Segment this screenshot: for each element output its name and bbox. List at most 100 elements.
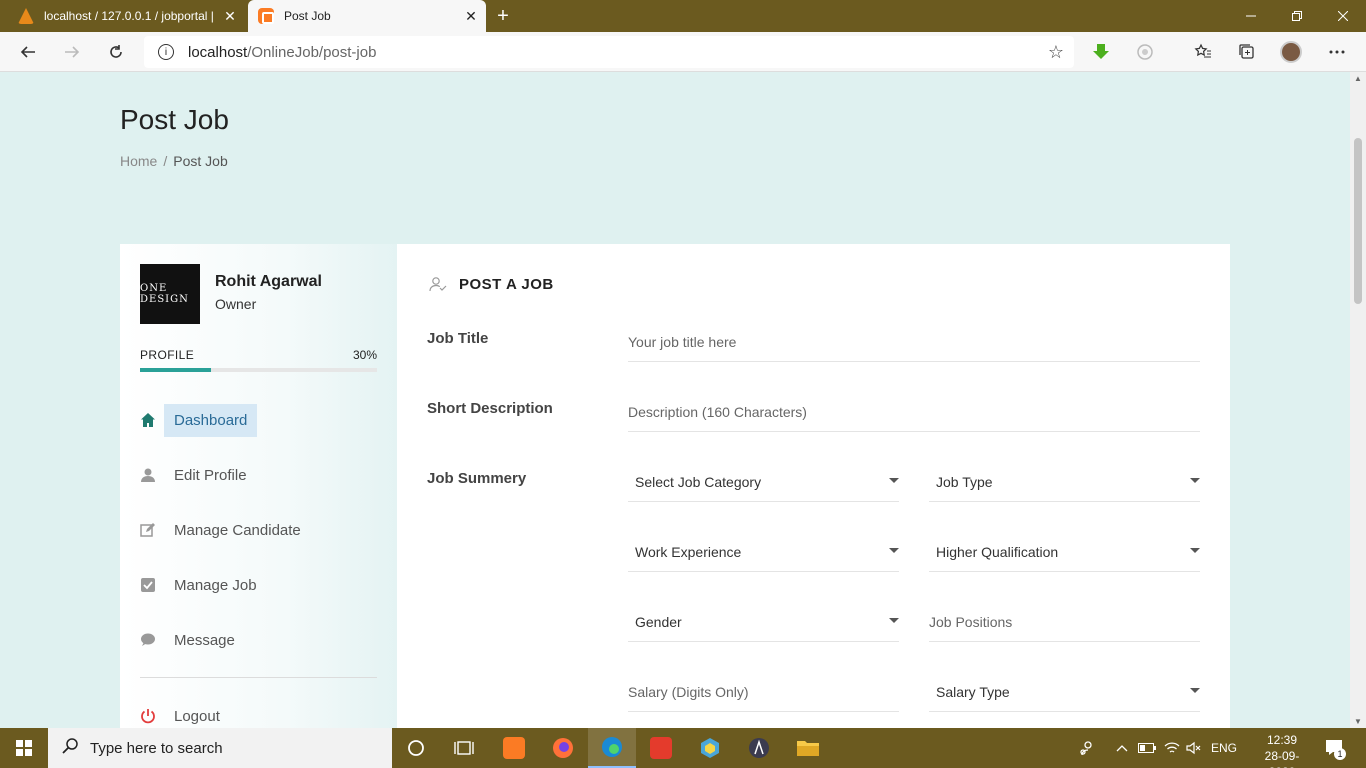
sidebar-divider <box>140 677 377 678</box>
people-icon <box>1080 741 1092 756</box>
user-check-icon <box>429 275 447 293</box>
sidebar-item-dashboard[interactable]: Dashboard <box>140 402 377 438</box>
job-title-input[interactable]: Your job title here <box>628 322 1200 362</box>
chevron-down-icon <box>889 618 899 623</box>
more-options-button[interactable] <box>1320 32 1354 72</box>
sidebar-item-label: Message <box>174 631 235 649</box>
search-icon <box>62 737 78 759</box>
chevron-down-icon <box>889 548 899 553</box>
windows-taskbar: Type here to search ENG 12:39 28-09- 1 <box>0 728 1366 768</box>
scroll-down-icon[interactable]: ▼ <box>1354 717 1362 726</box>
qualification-select[interactable]: Higher Qualification <box>929 532 1200 572</box>
sidebar-item-label: Dashboard <box>164 403 258 437</box>
download-extension-button[interactable] <box>1084 32 1118 72</box>
profile-percent: 30% <box>352 348 377 362</box>
system-clock[interactable]: 12:39 28-09-2020 <box>1252 732 1312 768</box>
more-icon <box>1329 50 1345 54</box>
job-positions-input[interactable]: Job Positions <box>929 602 1200 642</box>
gender-value: Gender <box>635 613 682 630</box>
salary-type-value: Salary Type <box>936 683 1010 700</box>
sidebar-item-manage-candidate[interactable]: Manage Candidate <box>140 512 377 548</box>
gender-select[interactable]: Gender <box>628 602 899 642</box>
taskbar-eclipse[interactable] <box>735 728 783 768</box>
clock-date: 28-09-2020 <box>1264 749 1300 768</box>
short-description-label: Short Description <box>427 400 553 417</box>
minimize-button[interactable] <box>1228 0 1274 32</box>
people-tray-button[interactable] <box>1074 728 1100 768</box>
anydesk-icon <box>650 737 672 759</box>
taskbar-xampp[interactable] <box>490 728 538 768</box>
salary-input[interactable]: Salary (Digits Only) <box>628 672 899 712</box>
start-button[interactable] <box>0 728 48 768</box>
tab-phpmyadmin[interactable]: localhost / 127.0.0.1 / jobportal | ✕ <box>0 0 245 32</box>
taskbar-edge[interactable] <box>588 728 636 768</box>
edit-icon <box>140 522 156 538</box>
favorite-star-icon[interactable]: ☆ <box>1048 42 1064 63</box>
salary-placeholder: Salary (Digits Only) <box>628 683 749 700</box>
taskbar-search[interactable]: Type here to search <box>48 728 392 768</box>
restore-button[interactable] <box>1274 0 1320 32</box>
close-window-button[interactable] <box>1320 0 1366 32</box>
short-description-input[interactable]: Description (160 Characters) <box>628 392 1200 432</box>
breadcrumb-home-link[interactable]: Home <box>120 153 157 169</box>
sidebar-item-message[interactable]: Message <box>140 622 377 658</box>
task-view-button[interactable] <box>440 728 488 768</box>
task-view-icon <box>454 741 474 755</box>
favorites-button[interactable] <box>1186 32 1220 72</box>
battery-icon <box>1138 743 1156 753</box>
minimize-icon <box>1246 15 1256 17</box>
cortana-button[interactable] <box>392 728 440 768</box>
taskbar-file-explorer[interactable] <box>784 728 832 768</box>
browser-tab-bar: localhost / 127.0.0.1 / jobportal | ✕ Po… <box>0 0 1366 32</box>
scroll-up-icon[interactable]: ▲ <box>1354 74 1362 83</box>
refresh-button[interactable] <box>98 32 134 72</box>
sidebar-item-edit-profile[interactable]: Edit Profile <box>140 457 377 493</box>
network-tray-button[interactable] <box>1160 728 1184 768</box>
short-description-placeholder: Description (160 Characters) <box>628 403 807 420</box>
sidebar-item-label: Edit Profile <box>174 466 247 484</box>
notification-center-button[interactable]: 1 <box>1320 728 1350 768</box>
sidebar-item-manage-job[interactable]: Manage Job <box>140 567 377 603</box>
volume-tray-button[interactable] <box>1184 728 1204 768</box>
work-experience-select[interactable]: Work Experience <box>628 532 899 572</box>
company-logo: ONE DESIGN <box>140 264 200 324</box>
collections-button[interactable] <box>1230 32 1264 72</box>
chevron-down-icon <box>1190 548 1200 553</box>
chat-icon <box>140 632 156 648</box>
restore-icon <box>1292 11 1302 21</box>
phpmyadmin-icon <box>18 8 34 24</box>
battery-tray-button[interactable] <box>1136 728 1158 768</box>
close-tab-icon[interactable]: ✕ <box>456 8 486 25</box>
breadcrumb: Home / Post Job <box>120 153 228 169</box>
wifi-icon <box>1164 742 1180 753</box>
tab-post-job[interactable]: Post Job ✕ <box>248 0 486 32</box>
power-icon <box>140 708 156 724</box>
new-tab-button[interactable]: + <box>490 0 516 32</box>
edge-icon <box>602 737 622 757</box>
close-tab-icon[interactable]: ✕ <box>215 8 245 25</box>
page-scrollbar[interactable]: ▲ ▼ <box>1350 72 1366 728</box>
language-indicator[interactable]: ENG <box>1208 728 1240 768</box>
salary-type-select[interactable]: Salary Type <box>929 672 1200 712</box>
arrow-left-icon <box>20 46 35 58</box>
taskbar-anydesk[interactable] <box>637 728 685 768</box>
job-category-select[interactable]: Select Job Category <box>628 462 899 502</box>
user-role: Owner <box>215 296 257 312</box>
show-hidden-icons-button[interactable] <box>1112 728 1132 768</box>
back-button[interactable] <box>10 32 46 72</box>
chevron-down-icon <box>889 478 899 483</box>
scrollbar-thumb[interactable] <box>1354 138 1362 304</box>
job-type-select[interactable]: Job Type <box>929 462 1200 502</box>
extension-button[interactable] <box>1128 32 1162 72</box>
taskbar-firefox[interactable] <box>539 728 587 768</box>
collections-icon <box>1239 44 1254 59</box>
address-bar[interactable]: i localhost/OnlineJob/post-job ☆ <box>144 36 1074 68</box>
profile-button[interactable] <box>1274 32 1308 72</box>
info-icon[interactable]: i <box>158 44 174 60</box>
job-category-value: Select Job Category <box>635 473 762 490</box>
dashboard-sidebar: ONE DESIGN Rohit Agarwal Owner PROFILE 3… <box>120 244 397 728</box>
job-title-placeholder: Your job title here <box>628 333 737 350</box>
forward-button[interactable] <box>54 32 90 72</box>
close-icon <box>1338 11 1348 21</box>
taskbar-virtualbox[interactable] <box>686 728 734 768</box>
